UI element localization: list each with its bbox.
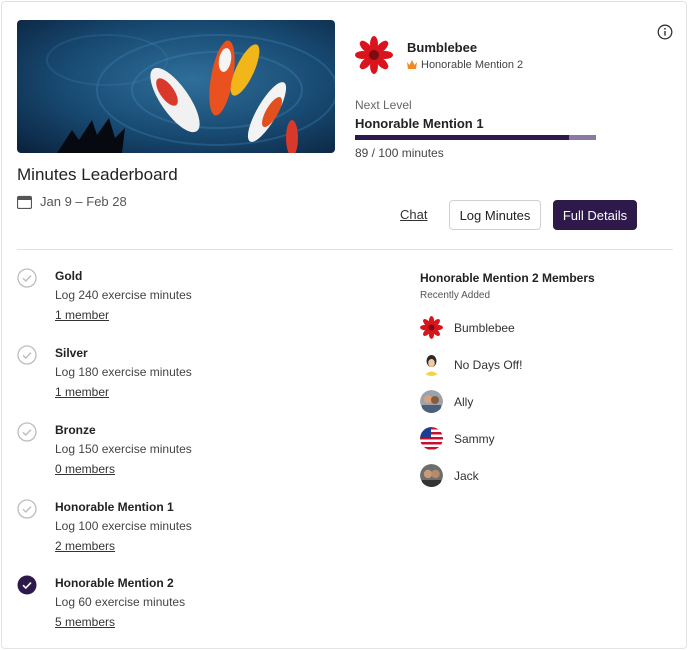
- check-circle-icon: [17, 268, 37, 288]
- member-name: Jack: [454, 468, 479, 483]
- level-description: Log 240 exercise minutes: [55, 288, 192, 302]
- check-circle-icon: [17, 499, 37, 519]
- us-flag-avatar: [420, 427, 443, 450]
- cartoon-person-avatar: [420, 353, 443, 376]
- progress-bar-fill: [355, 135, 570, 140]
- avatar: [420, 427, 443, 450]
- check-circle-icon: [17, 345, 37, 365]
- calendar-icon: [17, 195, 32, 209]
- member-name: Ally: [454, 394, 474, 409]
- next-level-name: Honorable Mention 1: [355, 116, 484, 131]
- avatar: [420, 390, 443, 413]
- member-name: Bumblebee: [454, 320, 515, 335]
- level-description: Log 180 exercise minutes: [55, 365, 192, 379]
- profile-rank-label: Honorable Mention 2: [421, 58, 524, 71]
- check-circle-filled-icon: [17, 575, 37, 595]
- level-name: Honorable Mention 2: [55, 576, 174, 590]
- user-profile: Bumblebee Honorable Mention 2: [355, 36, 523, 74]
- member-name: Sammy: [454, 431, 495, 446]
- avatar: [420, 464, 443, 487]
- crown-icon: [407, 60, 417, 69]
- next-level-label: Next Level: [355, 98, 412, 112]
- date-range: Jan 9 – Feb 28: [17, 194, 127, 209]
- level-description: Log 60 exercise minutes: [55, 595, 186, 609]
- red-flower-avatar: [420, 316, 443, 339]
- profile-rank: Honorable Mention 2: [407, 59, 523, 71]
- level-members-link[interactable]: 0 members: [55, 462, 115, 476]
- photo-avatar: [420, 390, 443, 413]
- member-item[interactable]: Jack: [420, 464, 479, 487]
- member-item[interactable]: Bumblebee: [420, 316, 515, 339]
- red-flower-avatar: [355, 36, 393, 74]
- level-name: Gold: [55, 269, 83, 283]
- progress-text: 89 / 100 minutes: [355, 146, 444, 160]
- progress-bar: [355, 135, 596, 140]
- date-range-text: Jan 9 – Feb 28: [40, 194, 127, 209]
- member-item[interactable]: Sammy: [420, 427, 495, 450]
- full-details-button[interactable]: Full Details: [553, 200, 637, 230]
- level-members-link[interactable]: 1 member: [55, 385, 109, 399]
- leaderboard-card: Minutes Leaderboard Jan 9 – Feb 28 Bumbl…: [1, 1, 687, 649]
- level-description: Log 100 exercise minutes: [55, 519, 192, 533]
- level-members-link[interactable]: 1 member: [55, 308, 109, 322]
- divider: [17, 249, 673, 250]
- level-members-link[interactable]: 5 members: [55, 615, 115, 629]
- log-minutes-button[interactable]: Log Minutes: [449, 200, 541, 230]
- level-name: Silver: [55, 346, 88, 360]
- chat-link[interactable]: Chat: [400, 207, 427, 222]
- couple-photo-avatar: [420, 464, 443, 487]
- member-name: No Days Off!: [454, 357, 523, 372]
- level-name: Bronze: [55, 423, 96, 437]
- member-item[interactable]: Ally: [420, 390, 473, 413]
- info-icon[interactable]: [657, 24, 673, 40]
- members-panel-subtitle: Recently Added: [420, 290, 491, 301]
- level-description: Log 150 exercise minutes: [55, 442, 192, 456]
- page-title: Minutes Leaderboard: [17, 165, 178, 184]
- member-item[interactable]: No Days Off!: [420, 353, 522, 376]
- members-panel-title: Honorable Mention 2 Members: [420, 271, 595, 285]
- level-name: Honorable Mention 1: [55, 500, 174, 514]
- avatar: [420, 316, 443, 339]
- profile-name: Bumblebee: [407, 39, 478, 55]
- check-circle-icon: [17, 422, 37, 442]
- avatar: [420, 353, 443, 376]
- avatar: [355, 36, 393, 74]
- level-members-link[interactable]: 2 members: [55, 539, 115, 553]
- koi-pond-image: [17, 20, 335, 153]
